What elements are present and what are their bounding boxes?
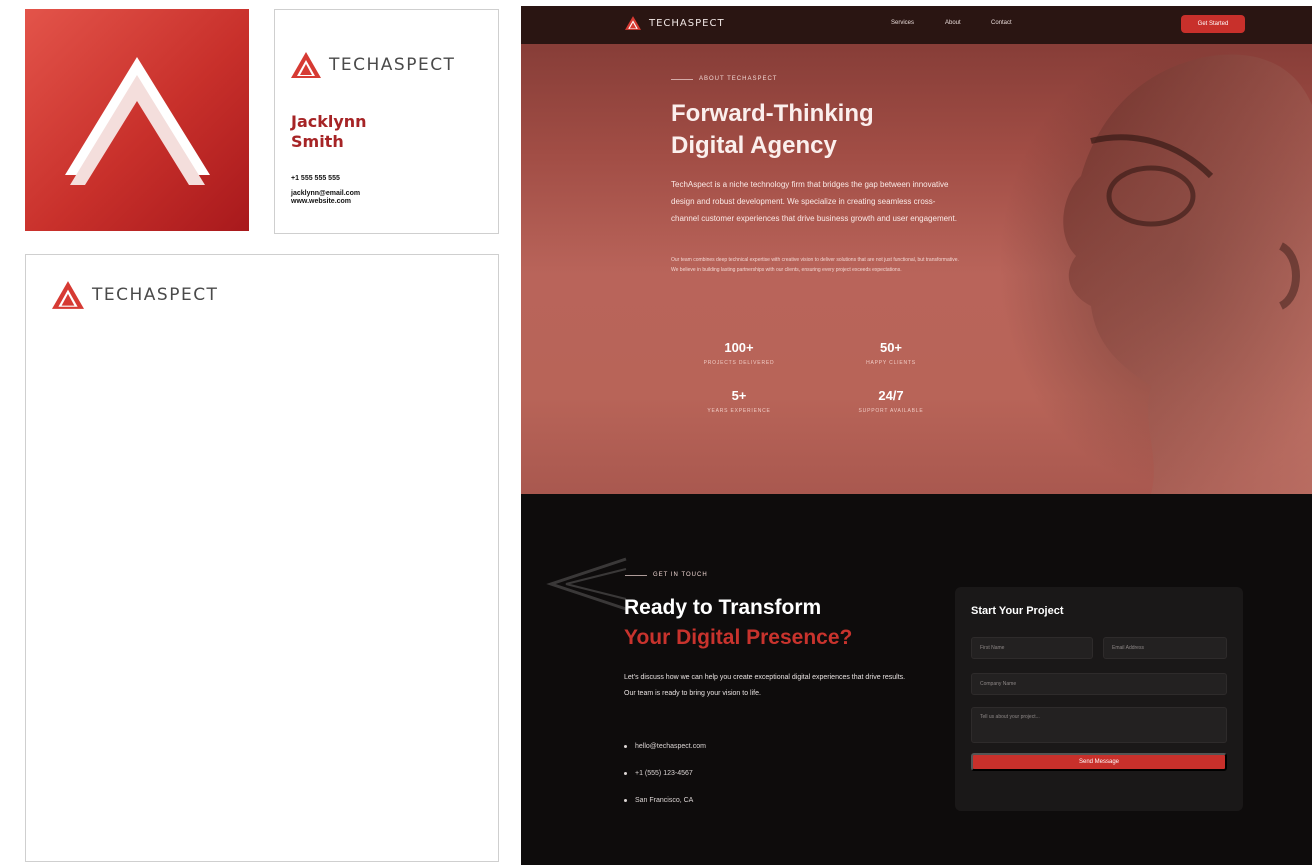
contact-location-item: San Francisco, CA [624,797,693,804]
stat-years: 5+ YEARS EXPERIENCE [679,388,799,414]
triangle-logo-icon [625,16,641,30]
contact-email: hello@techaspect.com [635,743,706,750]
letterhead: TECHASPECT [25,254,499,862]
nav-link-services[interactable]: Services [891,20,914,26]
website-mockup: TECHASPECT Services About Contact Get St… [521,6,1312,865]
stat-label: SUPPORT AVAILABLE [858,408,924,414]
nav-brand[interactable]: TECHASPECT [625,16,725,30]
nav-brand-name: TECHASPECT [649,17,725,29]
business-card-brand: TECHASPECT [291,52,455,78]
email-input[interactable]: Email Address [1103,637,1227,659]
stat-value: 50+ [879,340,903,355]
brand-name: TECHASPECT [329,55,456,75]
contact-title-line1: Ready to Transform [624,596,822,619]
get-started-button[interactable]: Get Started [1181,15,1245,33]
letterhead-brand: TECHASPECT [52,281,218,309]
contact-section: GET IN TOUCH Ready to Transform Your Dig… [521,494,1312,865]
stat-value: 24/7 [878,388,904,403]
company-input[interactable]: Company Name [971,673,1227,695]
card-phone: +1 555 555 555 [291,175,340,182]
contact-description: Let's discuss how we can help you create… [624,674,906,697]
hero-eyebrow-text: ABOUT TECHASPECT [699,76,778,82]
stat-support: 24/7 SUPPORT AVAILABLE [831,388,951,414]
stat-value: 5+ [731,388,747,403]
form-title: Start Your Project [971,605,1064,617]
hero-title-line2: Digital Agency [671,132,837,159]
card-email: jacklynn@email.com [291,190,361,197]
contact-eyebrow-text: GET IN TOUCH [653,572,708,578]
hero-title-line1: Forward-Thinking [671,100,874,127]
hero-title: Forward-Thinking Digital Agency [671,98,971,162]
card-first-name: Jacklynn [291,112,367,131]
stat-label: HAPPY CLIENTS [866,360,916,366]
nav-link-contact[interactable]: Contact [991,20,1012,26]
contact-phone: +1 (555) 123-4567 [635,770,693,777]
card-last-name: Smith [291,132,344,151]
bullet-icon [624,799,627,802]
contact-email-item[interactable]: hello@techaspect.com [624,743,706,750]
contact-title-line2: Your Digital Presence? [624,626,853,649]
business-card: TECHASPECT Jacklynn Smith +1 555 555 555… [274,9,499,234]
hero-eyebrow: ABOUT TECHASPECT [671,76,777,82]
card-website: www.website.com [291,198,352,205]
send-message-button[interactable]: Send Message [971,753,1227,771]
stat-projects: 100+ PROJECTS DELIVERED [679,340,799,366]
contact-phone-item[interactable]: +1 (555) 123-4567 [624,770,693,777]
bullet-icon [624,772,627,775]
top-nav: TECHASPECT Services About Contact Get St… [521,6,1312,44]
hero-portrait-image [1063,54,1312,494]
hero-paragraph-secondary: Our team combines deep technical experti… [671,257,959,273]
hero-paragraph-primary: TechAspect is a niche technology firm th… [671,180,957,223]
card-person-name: Jacklynn Smith [291,112,367,152]
chevron-logo-icon [65,57,210,185]
stat-clients: 50+ HAPPY CLIENTS [831,340,951,366]
bullet-icon [624,745,627,748]
triangle-logo-icon [291,52,321,78]
chevron-decoration-icon [546,557,627,611]
triangle-logo-icon [52,281,84,309]
card-contact: jacklynn@email.com www.website.com [291,190,360,206]
hero-section: TECHASPECT Services About Contact Get St… [521,6,1312,494]
nav-link-about[interactable]: About [945,20,961,26]
project-form: Start Your Project First Name Email Addr… [955,587,1243,811]
contact-location: San Francisco, CA [635,797,694,804]
contact-eyebrow: GET IN TOUCH [625,572,708,578]
brand-name: TECHASPECT [92,285,219,305]
contact-title: Ready to Transform Your Digital Presence… [624,593,852,653]
message-textarea[interactable]: Tell us about your project... [971,707,1227,743]
stat-label: YEARS EXPERIENCE [707,408,771,414]
stat-value: 100+ [724,340,754,355]
logo-mark-tile [25,9,249,231]
stat-label: PROJECTS DELIVERED [703,360,775,366]
first-name-input[interactable]: First Name [971,637,1093,659]
